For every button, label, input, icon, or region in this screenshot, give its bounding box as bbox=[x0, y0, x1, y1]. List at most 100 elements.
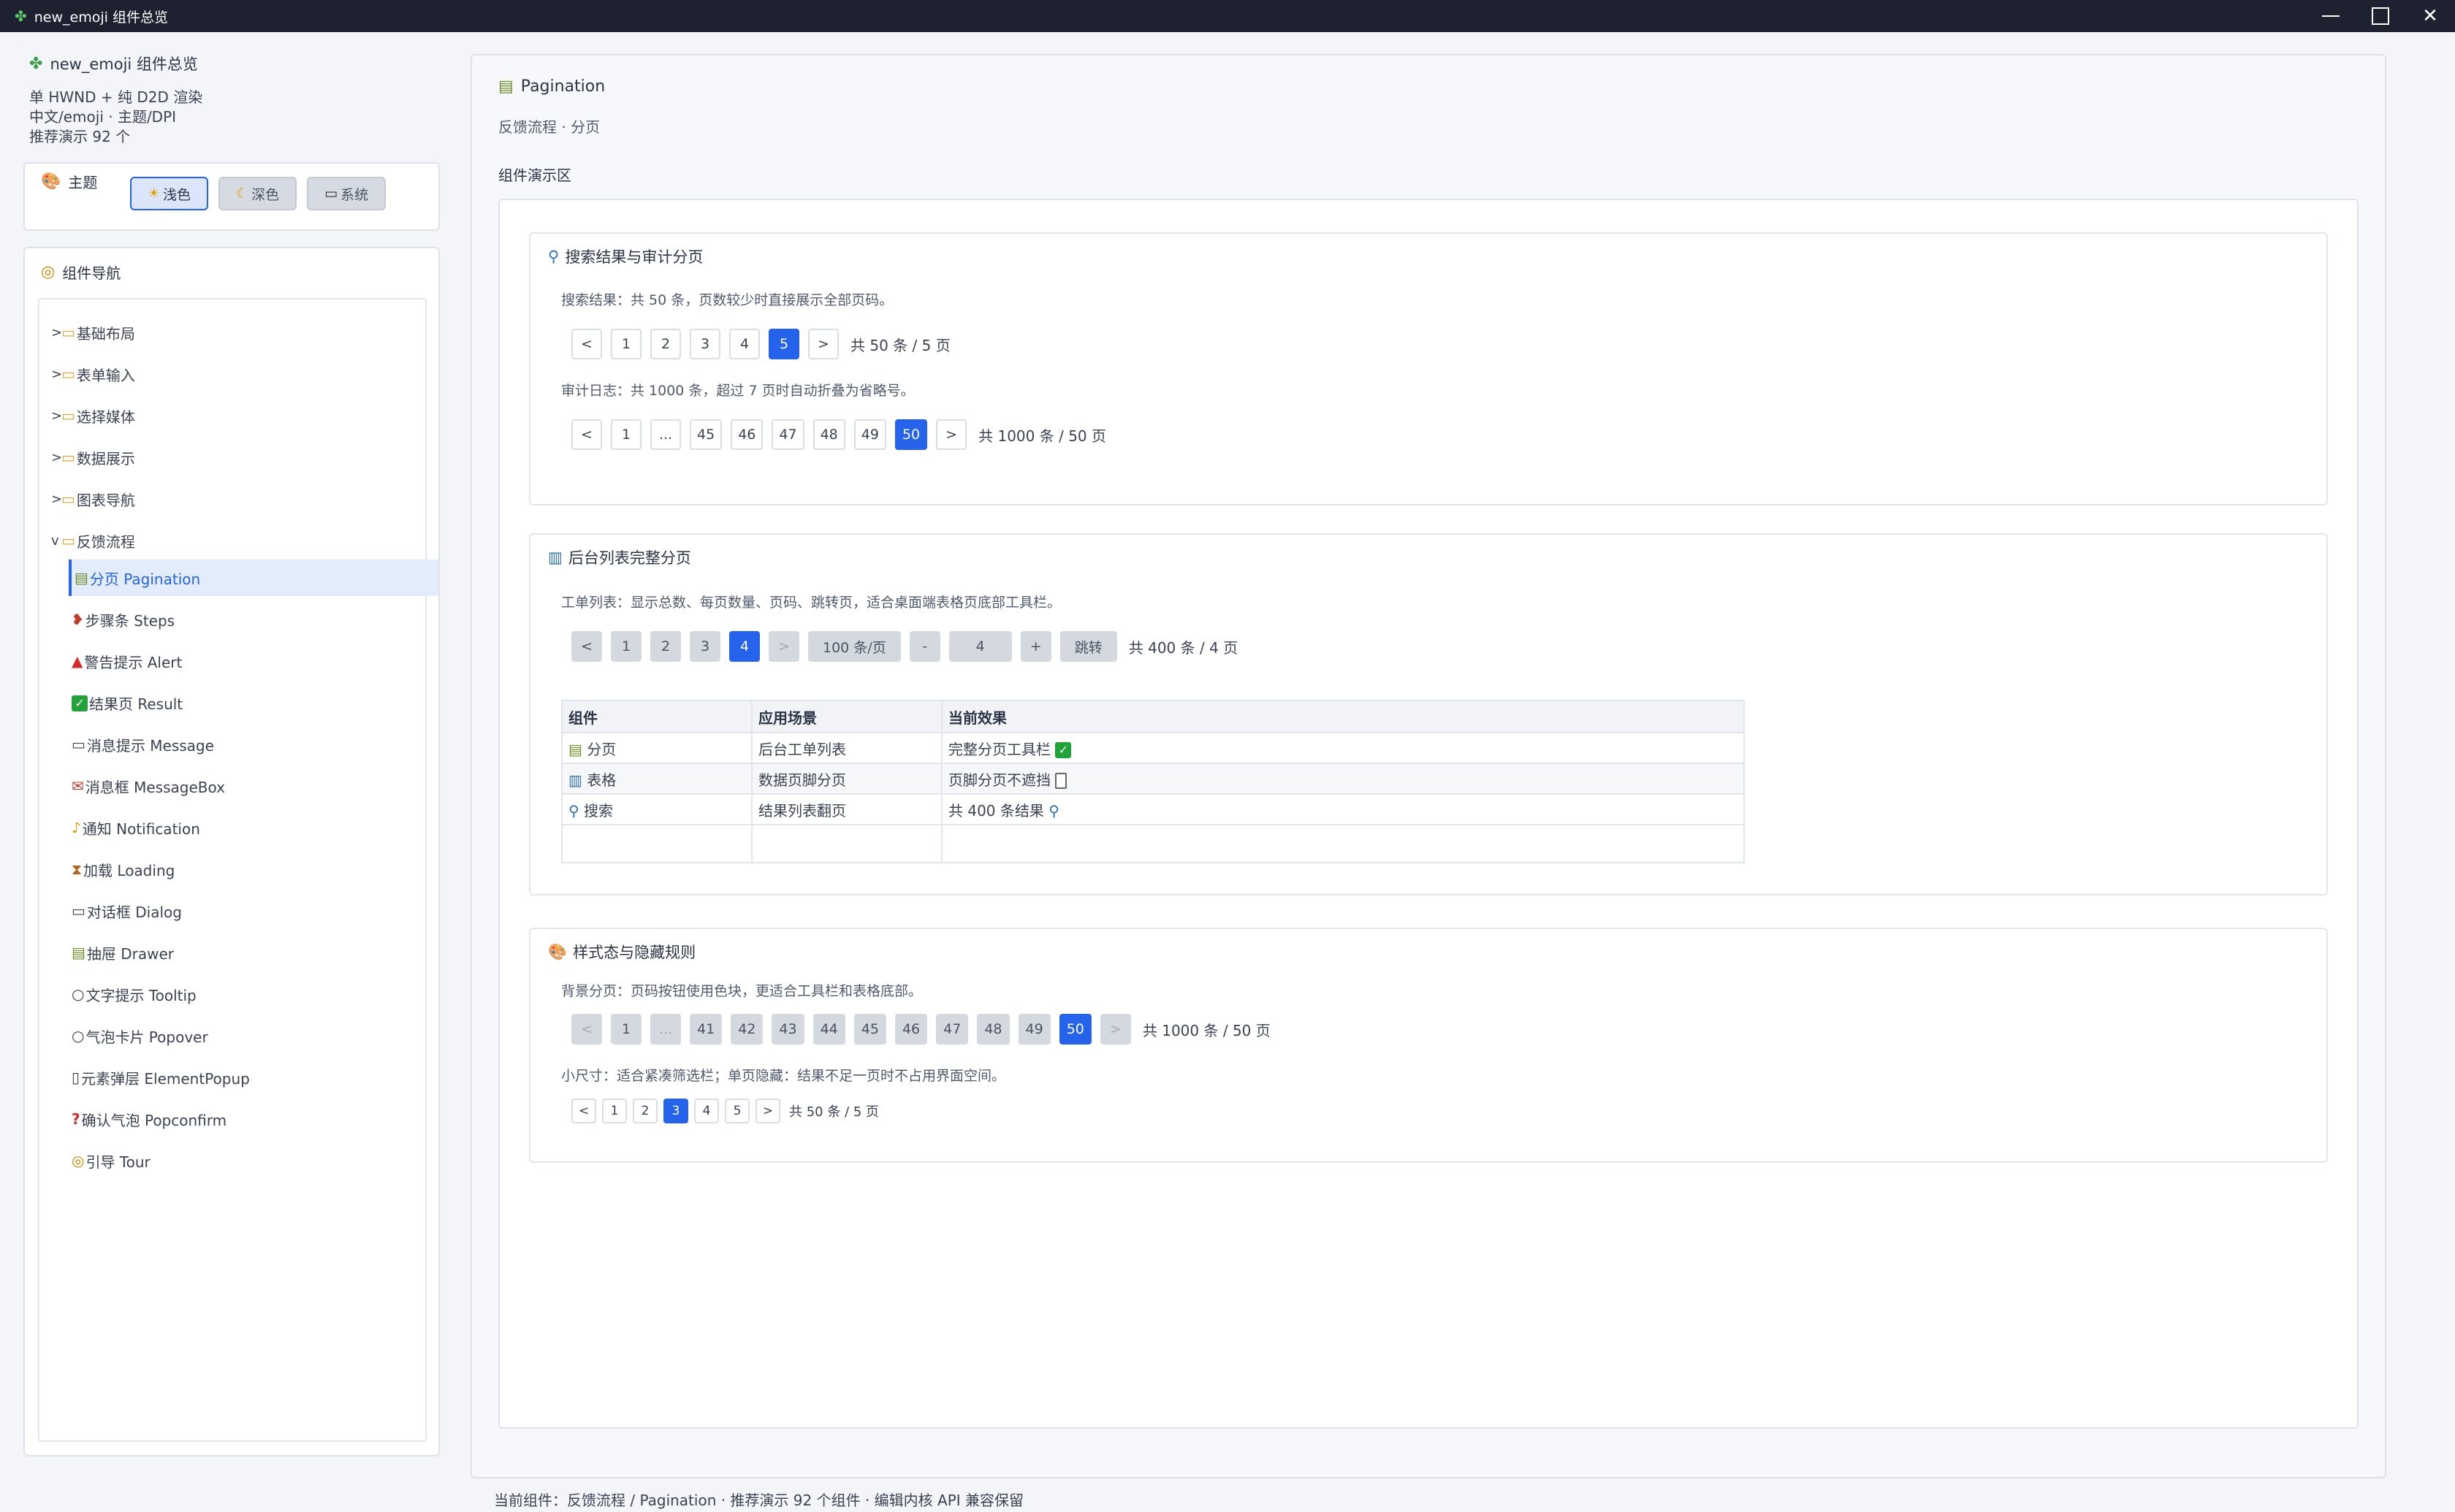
nav-item-result[interactable]: ✓ 结果页 Result bbox=[72, 684, 438, 721]
nav-group-feedback[interactable]: v ▭ 反馈流程 bbox=[51, 522, 419, 559]
nav-group-select-media[interactable]: > ▭ 选择媒体 bbox=[51, 397, 419, 434]
nav-group-basic-layout[interactable]: > ▭ 基础布局 bbox=[51, 314, 419, 351]
page-button[interactable]: 45 bbox=[690, 419, 723, 450]
page-button[interactable]: 3 bbox=[690, 329, 720, 359]
nav-item-drawer[interactable]: ▤ 抽屉 Drawer bbox=[72, 934, 438, 971]
app-meta: 单 HWND + 纯 D2D 渲染 中文/emoji · 主题/DPI 推荐演示… bbox=[29, 88, 438, 147]
nav-item-loading[interactable]: ⧗ 加载 Loading bbox=[72, 851, 438, 887]
folder-icon: ▭ bbox=[61, 448, 75, 466]
nav-item-steps[interactable]: ❥ 步骤条 Steps bbox=[72, 601, 438, 638]
nav-item-alert[interactable]: ▲ 警告提示 Alert bbox=[72, 643, 438, 679]
page-button[interactable]: 2 bbox=[633, 1099, 658, 1123]
nav-item-messagebox[interactable]: ✉ 消息框 MessageBox bbox=[72, 768, 438, 804]
theme-dark-button[interactable]: ☾ 深色 bbox=[218, 177, 297, 210]
nav-item-pagination[interactable]: ▤ 分页 Pagination bbox=[69, 560, 438, 596]
prev-page-button[interactable]: < bbox=[571, 419, 602, 450]
main-panel: ▤ Pagination 反馈流程 · 分页 组件演示区 ⚲ 搜索结果与审计分页… bbox=[471, 54, 2386, 1478]
page-button[interactable]: 49 bbox=[1018, 1014, 1051, 1045]
nav-item-notification[interactable]: ♪ 通知 Notification bbox=[72, 809, 438, 846]
next-page-button[interactable]: > bbox=[769, 631, 799, 662]
page-button-current[interactable]: 50 bbox=[894, 419, 928, 450]
pagination-total: 共 400 条 / 4 页 bbox=[1128, 638, 1238, 657]
nav-tree[interactable]: > ▭ 基础布局 > ▭ 表单输入 > ▭ 选择媒体 > ▭ 数据展示 > ▭ … bbox=[38, 298, 438, 1442]
page-button-current[interactable]: 3 bbox=[663, 1099, 688, 1123]
jump-page-input[interactable]: 4 bbox=[948, 631, 1012, 662]
nav-group-label: 基础布局 bbox=[76, 324, 135, 343]
description: 背景分页：页码按钮使用色块，更适合工具栏和表格底部。 bbox=[561, 983, 923, 999]
page-button-current[interactable]: 4 bbox=[729, 631, 760, 662]
page-button-current[interactable]: 5 bbox=[769, 329, 799, 359]
prev-page-button[interactable]: < bbox=[571, 329, 602, 359]
page-button[interactable]: 1 bbox=[611, 329, 642, 359]
decrement-button[interactable]: - bbox=[909, 631, 940, 662]
page-button[interactable]: 2 bbox=[650, 631, 681, 662]
prev-page-button[interactable]: < bbox=[571, 1014, 602, 1045]
nav-item-message[interactable]: ▭ 消息提示 Message bbox=[72, 726, 438, 763]
page-button[interactable]: 48 bbox=[977, 1014, 1010, 1045]
jump-button[interactable]: 跳转 bbox=[1059, 631, 1117, 662]
ellipsis-button[interactable]: ... bbox=[650, 419, 681, 450]
page-button[interactable]: 41 bbox=[690, 1014, 723, 1045]
table-row[interactable]: ⚲ 搜索 结果列表翻页 共 400 条结果 ⚲ bbox=[561, 793, 1745, 825]
table-header[interactable]: 应用场景 bbox=[751, 700, 943, 733]
page-button[interactable]: 47 bbox=[936, 1014, 969, 1045]
table-cell: 数据页脚分页 bbox=[751, 763, 943, 795]
magnifier-icon: ⚲ bbox=[548, 248, 560, 265]
page-button[interactable]: 3 bbox=[690, 631, 720, 662]
table-header[interactable]: 组件 bbox=[561, 700, 753, 733]
page-button[interactable]: 4 bbox=[694, 1099, 719, 1123]
page-button[interactable]: 46 bbox=[894, 1014, 928, 1045]
page-size-select[interactable]: 100 条/页 bbox=[808, 631, 901, 662]
ledger-icon: ▤ bbox=[568, 740, 587, 758]
close-button[interactable]: ✕ bbox=[2405, 0, 2455, 32]
nav-group-form-input[interactable]: > ▭ 表单输入 bbox=[51, 356, 419, 392]
theme-light-button[interactable]: ☀ 浅色 bbox=[130, 177, 209, 210]
thought-bubble-icon: ○ bbox=[72, 1027, 85, 1045]
compass-icon: ◎ bbox=[72, 1152, 85, 1169]
page-button[interactable]: 5 bbox=[725, 1099, 750, 1123]
page-button[interactable]: 43 bbox=[772, 1014, 804, 1045]
page-button[interactable]: 1 bbox=[611, 1014, 642, 1045]
table-cell: ▤ 分页 bbox=[561, 732, 753, 764]
theme-panel: 🎨 主题 ☀ 浅色 ☾ 深色 ▭ 系统 bbox=[23, 162, 440, 231]
page-button[interactable]: 1 bbox=[611, 631, 642, 662]
page-button[interactable]: 1 bbox=[602, 1099, 627, 1123]
nav-item-tooltip[interactable]: ○ 文字提示 Tooltip bbox=[72, 976, 438, 1012]
table-row[interactable]: ▤ 分页 后台工单列表 完整分页工具栏 ✓ bbox=[561, 732, 1745, 764]
minimize-button[interactable] bbox=[2306, 0, 2356, 32]
next-page-button[interactable]: > bbox=[936, 419, 967, 450]
nav-group-data-display[interactable]: > ▭ 数据展示 bbox=[51, 439, 419, 476]
ellipsis-button[interactable]: ... bbox=[650, 1014, 681, 1045]
nav-group-label: 反馈流程 bbox=[76, 532, 135, 551]
nav-label-text: 组件导航 bbox=[62, 264, 121, 282]
page-button[interactable]: 42 bbox=[731, 1014, 764, 1045]
prev-page-button[interactable]: < bbox=[571, 631, 602, 662]
nav-item-popover[interactable]: ○ 气泡卡片 Popover bbox=[72, 1017, 438, 1054]
nav-item-popconfirm[interactable]: ? 确认气泡 Popconfirm bbox=[72, 1101, 438, 1137]
page-button[interactable]: 45 bbox=[853, 1014, 886, 1045]
next-page-button[interactable]: > bbox=[755, 1099, 780, 1123]
next-page-button[interactable]: > bbox=[808, 329, 839, 359]
page-button[interactable]: 2 bbox=[650, 329, 681, 359]
page-button[interactable]: 4 bbox=[729, 329, 760, 359]
nav-item-elementpopup[interactable]: ▯ 元素弹层 ElementPopup bbox=[72, 1059, 438, 1096]
page-button[interactable]: 47 bbox=[772, 419, 804, 450]
folder-icon: ▭ bbox=[61, 490, 75, 508]
window-title: new_emoji 组件总览 bbox=[34, 9, 168, 26]
table-header[interactable]: 当前效果 bbox=[941, 700, 1745, 733]
page-button[interactable]: 48 bbox=[812, 419, 845, 450]
nav-group-chart-nav[interactable]: > ▭ 图表导航 bbox=[51, 481, 419, 517]
theme-system-button[interactable]: ▭ 系统 bbox=[307, 177, 387, 210]
page-button[interactable]: 49 bbox=[853, 419, 886, 450]
page-button[interactable]: 1 bbox=[611, 419, 642, 450]
nav-item-tour[interactable]: ◎ 引导 Tour bbox=[72, 1142, 438, 1179]
page-button[interactable]: 44 bbox=[812, 1014, 845, 1045]
prev-page-button[interactable]: < bbox=[571, 1099, 596, 1123]
table-row[interactable]: ▥ 表格 数据页脚分页 页脚分页不遮挡 bbox=[561, 763, 1745, 795]
page-button-current[interactable]: 50 bbox=[1059, 1014, 1092, 1045]
next-page-button[interactable]: > bbox=[1100, 1014, 1131, 1045]
maximize-button[interactable] bbox=[2356, 0, 2405, 32]
nav-item-dialog[interactable]: ▭ 对话框 Dialog bbox=[72, 893, 438, 929]
page-button[interactable]: 46 bbox=[731, 419, 764, 450]
increment-button[interactable]: + bbox=[1020, 631, 1051, 662]
